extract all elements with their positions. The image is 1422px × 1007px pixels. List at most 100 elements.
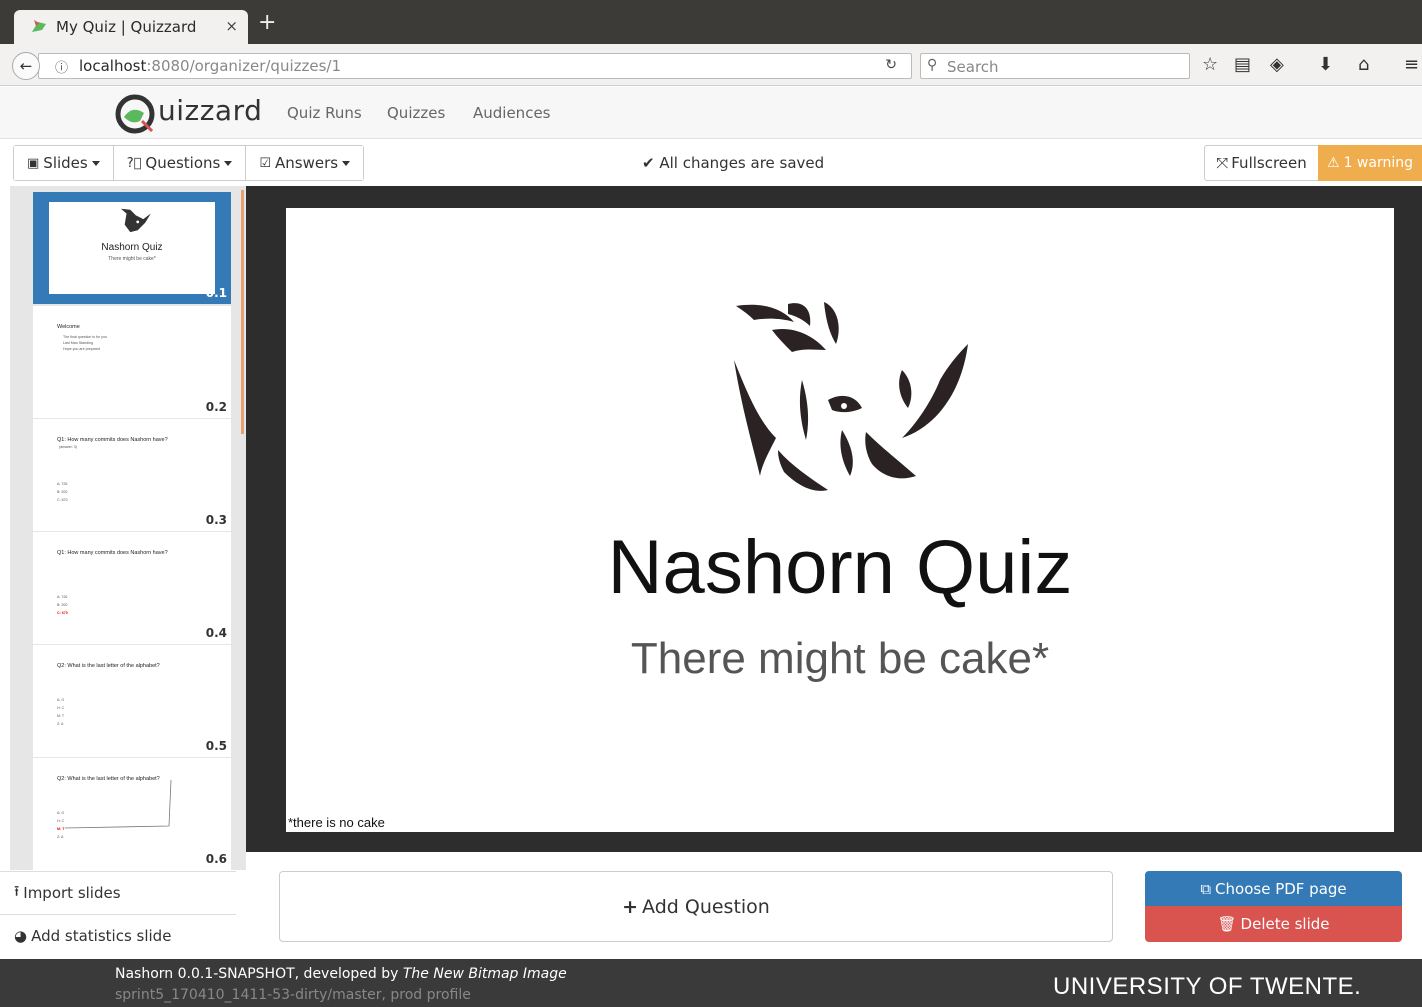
- thumbnail-answer: H: C: [57, 819, 65, 823]
- search-placeholder: Search: [947, 58, 999, 76]
- reload-icon[interactable]: ↻: [885, 57, 897, 73]
- plus-icon: +: [622, 895, 639, 918]
- logo-q-icon: [115, 94, 155, 134]
- slide-thumbnail[interactable]: Q1: How many commits does Nashorn have? …: [33, 532, 231, 644]
- thumbnail-answer: A: 726: [57, 482, 68, 486]
- import-slides-label: Import slides: [23, 884, 121, 902]
- thumbnail-title: Q2: What is the last letter of the alpha…: [57, 663, 160, 669]
- info-icon[interactable]: ⓘ: [55, 57, 68, 76]
- warning-icon: ⚠: [1327, 155, 1340, 171]
- nav-audiences[interactable]: Audiences: [473, 104, 550, 122]
- slides-label: Slides: [43, 154, 88, 172]
- expand-icon: ⤧: [1216, 154, 1229, 172]
- slides-sidebar: Nashorn Quiz There might be cake* 0.1 We…: [10, 186, 246, 870]
- thumbnail-subtitle: There might be cake*: [108, 256, 156, 262]
- slides-dropdown[interactable]: ▣ Slides: [14, 146, 114, 180]
- thumbnail-answer: Z: A: [57, 835, 64, 839]
- new-tab-button[interactable]: +: [258, 12, 276, 34]
- slide-footnote: *there is no cake: [288, 815, 385, 830]
- add-question-button[interactable]: + Add Question: [279, 871, 1113, 942]
- thumbnail-title: Q1: How many commits does Nashorn have?: [57, 550, 168, 556]
- chevron-down-icon: [342, 160, 351, 166]
- questions-label: Questions: [145, 154, 221, 172]
- save-status: ✔ All changes are saved: [642, 154, 824, 172]
- slide-number: 0.1: [205, 286, 227, 300]
- checkbox-icon: ☑: [259, 155, 271, 171]
- add-statistics-slide-button[interactable]: ◕ Add statistics slide: [0, 914, 236, 957]
- pocket-icon[interactable]: ◈: [1270, 54, 1284, 75]
- save-status-text: All changes are saved: [659, 154, 825, 172]
- search-input[interactable]: ⚲ Search: [920, 53, 1190, 79]
- thumbnail-correct-answer: M: T: [57, 827, 65, 831]
- choose-pdf-page-label: Choose PDF page: [1215, 880, 1347, 898]
- slide-number: 0.4: [205, 626, 227, 640]
- image-icon: ▣: [27, 155, 40, 171]
- url-text[interactable]: localhost:8080/organizer/quizzes/1: [79, 57, 341, 75]
- menu-icon[interactable]: ≡: [1404, 54, 1419, 75]
- thumbnail-answer: A: G: [57, 811, 65, 815]
- close-tab-icon[interactable]: ×: [225, 17, 238, 35]
- url-host: localhost: [79, 57, 147, 75]
- answers-dropdown[interactable]: ☑ Answers: [246, 146, 364, 180]
- answers-label: Answers: [274, 154, 339, 172]
- slide-number: 0.2: [205, 400, 227, 414]
- warning-button[interactable]: ⚠ 1 warning: [1318, 145, 1422, 181]
- thumbnail-answer: A: G: [57, 698, 65, 702]
- thumbnail-correct-answer: C: 670: [57, 611, 68, 615]
- favicon-icon: [32, 20, 46, 32]
- thumbnail-answer: A: 726: [57, 595, 68, 599]
- browser-tab[interactable]: My Quiz | Quizzard ×: [14, 10, 248, 44]
- editor-toolbar: ▣ Slides ?⃝ Questions ☑ Answers ✔ All ch…: [0, 139, 1422, 186]
- pie-chart-icon: ◕: [14, 927, 28, 945]
- app-header: uizzard Quiz Runs Quizzes Audiences: [0, 87, 1422, 139]
- slide-thumbnail[interactable]: Q1: How many commits does Nashorn have? …: [33, 419, 231, 531]
- delete-slide-button[interactable]: 🗑 Delete slide: [1145, 906, 1402, 942]
- thumbnail-answer: M: T: [57, 714, 65, 718]
- thumbnail-title: Nashorn Quiz: [101, 242, 163, 253]
- download-icon[interactable]: ⬇: [1318, 54, 1333, 75]
- slide-subtitle: There might be cake*: [630, 634, 1050, 683]
- logo-text: uizzard: [158, 94, 263, 127]
- nav-quiz-runs[interactable]: Quiz Runs: [287, 104, 362, 122]
- rhino-logo-icon: [734, 302, 968, 491]
- thumbnail-answer: C: 670: [57, 498, 68, 502]
- home-icon[interactable]: ⌂: [1358, 54, 1369, 75]
- tab-title: My Quiz | Quizzard: [56, 18, 197, 36]
- slide-title: Nashorn Quiz: [607, 525, 1073, 610]
- back-icon[interactable]: ←: [12, 52, 40, 80]
- delete-slide-label: Delete slide: [1240, 915, 1330, 933]
- developer-name: The New Bitmap Image: [402, 966, 567, 982]
- university-logo: UNIVERSITY OF TWENTE.: [1053, 973, 1362, 1000]
- sidebar-scrollbar[interactable]: [241, 190, 244, 434]
- url-path: :8080/organizer/quizzes/1: [146, 57, 341, 75]
- thumbnail-answer: B: 200: [57, 490, 68, 494]
- slide-thumbnail[interactable]: Q2: What is the last letter of the alpha…: [33, 758, 231, 870]
- slide-number: 0.3: [205, 513, 227, 527]
- choose-pdf-page-button[interactable]: ⧉ Choose PDF page: [1145, 871, 1402, 907]
- reading-list-icon[interactable]: ▤: [1234, 54, 1251, 75]
- upload-icon: ⭱: [14, 881, 20, 900]
- search-icon: ⚲: [927, 57, 938, 73]
- slide-preview[interactable]: Nashorn Quiz There might be cake* *there…: [286, 208, 1394, 832]
- version-text: Nashorn 0.0.1-SNAPSHOT, developed by: [115, 966, 403, 982]
- star-icon[interactable]: ☆: [1202, 54, 1218, 75]
- nav-quizzes[interactable]: Quizzes: [387, 104, 445, 122]
- url-bar[interactable]: ⓘ localhost:8080/organizer/quizzes/1 ↻: [38, 53, 912, 79]
- editor-menu-group: ▣ Slides ?⃝ Questions ☑ Answers: [13, 145, 365, 181]
- page-footer: Nashorn 0.0.1-SNAPSHOT, developed by The…: [0, 959, 1422, 1007]
- slide-thumbnail[interactable]: Welcome The final question is for you La…: [33, 306, 231, 418]
- browser-nav-bar: ⓘ localhost:8080/organizer/quizzes/1 ↻ ←…: [0, 44, 1422, 86]
- browser-tab-bar: My Quiz | Quizzard × +: [0, 0, 1422, 44]
- fullscreen-button[interactable]: ⤧ Fullscreen: [1204, 145, 1319, 181]
- chevron-down-icon: [91, 160, 100, 166]
- checkmark-icon: ✔: [642, 154, 655, 172]
- warning-label: 1 warning: [1343, 155, 1413, 171]
- thumbnail-answer: Z: A: [57, 722, 64, 726]
- thumbnail-title: Q1: How many commits does Nashorn have?: [57, 437, 168, 443]
- questions-dropdown[interactable]: ?⃝ Questions: [113, 146, 247, 180]
- slide-thumbnail[interactable]: Nashorn Quiz There might be cake* 0.1: [33, 192, 231, 304]
- slide-thumbnail[interactable]: Q2: What is the last letter of the alpha…: [33, 645, 231, 757]
- import-slides-button[interactable]: ⭱ Import slides: [0, 871, 236, 914]
- thumbnail-title: Welcome: [57, 324, 80, 330]
- chevron-down-icon: [224, 160, 233, 166]
